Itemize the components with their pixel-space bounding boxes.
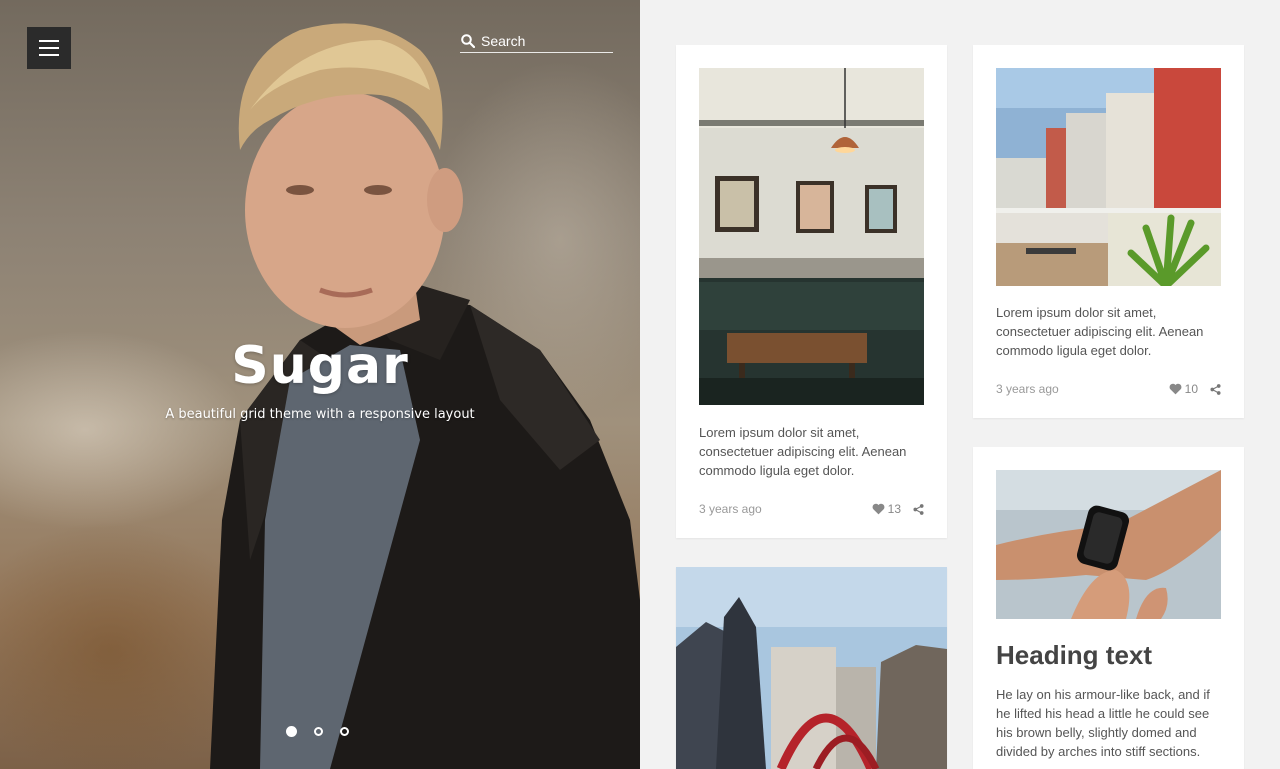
share-button[interactable] (913, 503, 924, 515)
post-body: He lay on his armour-like back, and if h… (996, 687, 1210, 759)
post-time: 3 years ago (699, 502, 762, 516)
post-card[interactable]: Lorem ipsum dolor sit amet, consectetuer… (676, 45, 947, 538)
post-image-collage[interactable] (996, 68, 1221, 286)
post-image-skyscrapers[interactable] (676, 567, 947, 769)
share-icon (913, 503, 924, 515)
heart-icon (1169, 383, 1182, 395)
post-meta: 3 years ago 10 (996, 381, 1221, 397)
like-button[interactable]: 13 (872, 502, 901, 516)
post-image-watch[interactable] (996, 470, 1221, 619)
slider-dot-1[interactable] (286, 726, 297, 737)
site-tagline: A beautiful grid theme with a responsive… (165, 407, 475, 422)
hamburger-icon-line (39, 40, 59, 42)
share-icon (1210, 383, 1221, 395)
hamburger-icon-line (39, 47, 59, 49)
like-count: 10 (1184, 382, 1198, 396)
like-count: 13 (887, 502, 901, 516)
hamburger-icon-line (39, 54, 59, 56)
slider-dot-3[interactable] (340, 727, 349, 736)
heart-icon (872, 503, 885, 515)
post-meta: 3 years ago 13 (699, 501, 924, 517)
slider-dots (286, 726, 349, 737)
search-input[interactable] (481, 33, 606, 49)
like-button[interactable]: 10 (1169, 382, 1198, 396)
post-excerpt: Lorem ipsum dolor sit amet, consectetuer… (996, 305, 1204, 358)
post-heading: Heading text (996, 640, 1153, 670)
search-icon (461, 34, 475, 48)
hero-slider: Sugar A beautiful grid theme with a resp… (0, 0, 640, 769)
search-bar (460, 30, 613, 53)
post-card[interactable]: Heading text He lay on his armour-like b… (973, 447, 1244, 769)
share-button[interactable] (1210, 383, 1221, 395)
post-image-cafe[interactable] (699, 68, 924, 405)
post-time: 3 years ago (996, 382, 1059, 396)
site-title: Sugar (231, 336, 409, 396)
post-card[interactable]: Lorem ipsum dolor sit amet, consectetuer… (973, 45, 1244, 418)
menu-button[interactable] (27, 27, 71, 69)
slider-dot-2[interactable] (314, 727, 323, 736)
post-card-image[interactable] (676, 567, 947, 769)
post-excerpt: Lorem ipsum dolor sit amet, consectetuer… (699, 425, 907, 478)
